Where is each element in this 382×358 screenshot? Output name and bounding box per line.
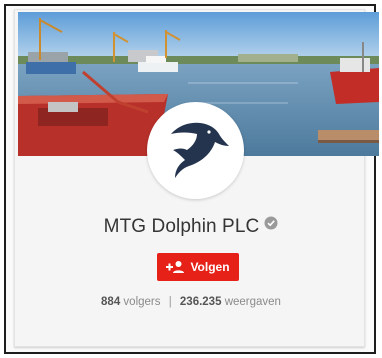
dolphin-logo-icon <box>171 122 229 178</box>
views-count: 236.235 <box>179 296 222 308</box>
channel-avatar[interactable] <box>147 102 244 199</box>
add-person-icon <box>166 261 185 273</box>
followers-label: volgers <box>123 296 161 308</box>
views-label: weergaven <box>224 296 281 308</box>
follow-button-label: Volgen <box>190 260 230 274</box>
follow-button[interactable]: Volgen <box>157 253 239 281</box>
followers-count: 884 <box>101 296 121 308</box>
verified-badge-icon <box>264 216 278 230</box>
channel-title-row: MTG Dolphin PLC <box>0 216 382 238</box>
channel-stats: 884 volgers | 236.235 weergaven <box>0 296 382 308</box>
stats-separator: | <box>168 296 172 308</box>
channel-name[interactable]: MTG Dolphin PLC <box>104 216 260 237</box>
